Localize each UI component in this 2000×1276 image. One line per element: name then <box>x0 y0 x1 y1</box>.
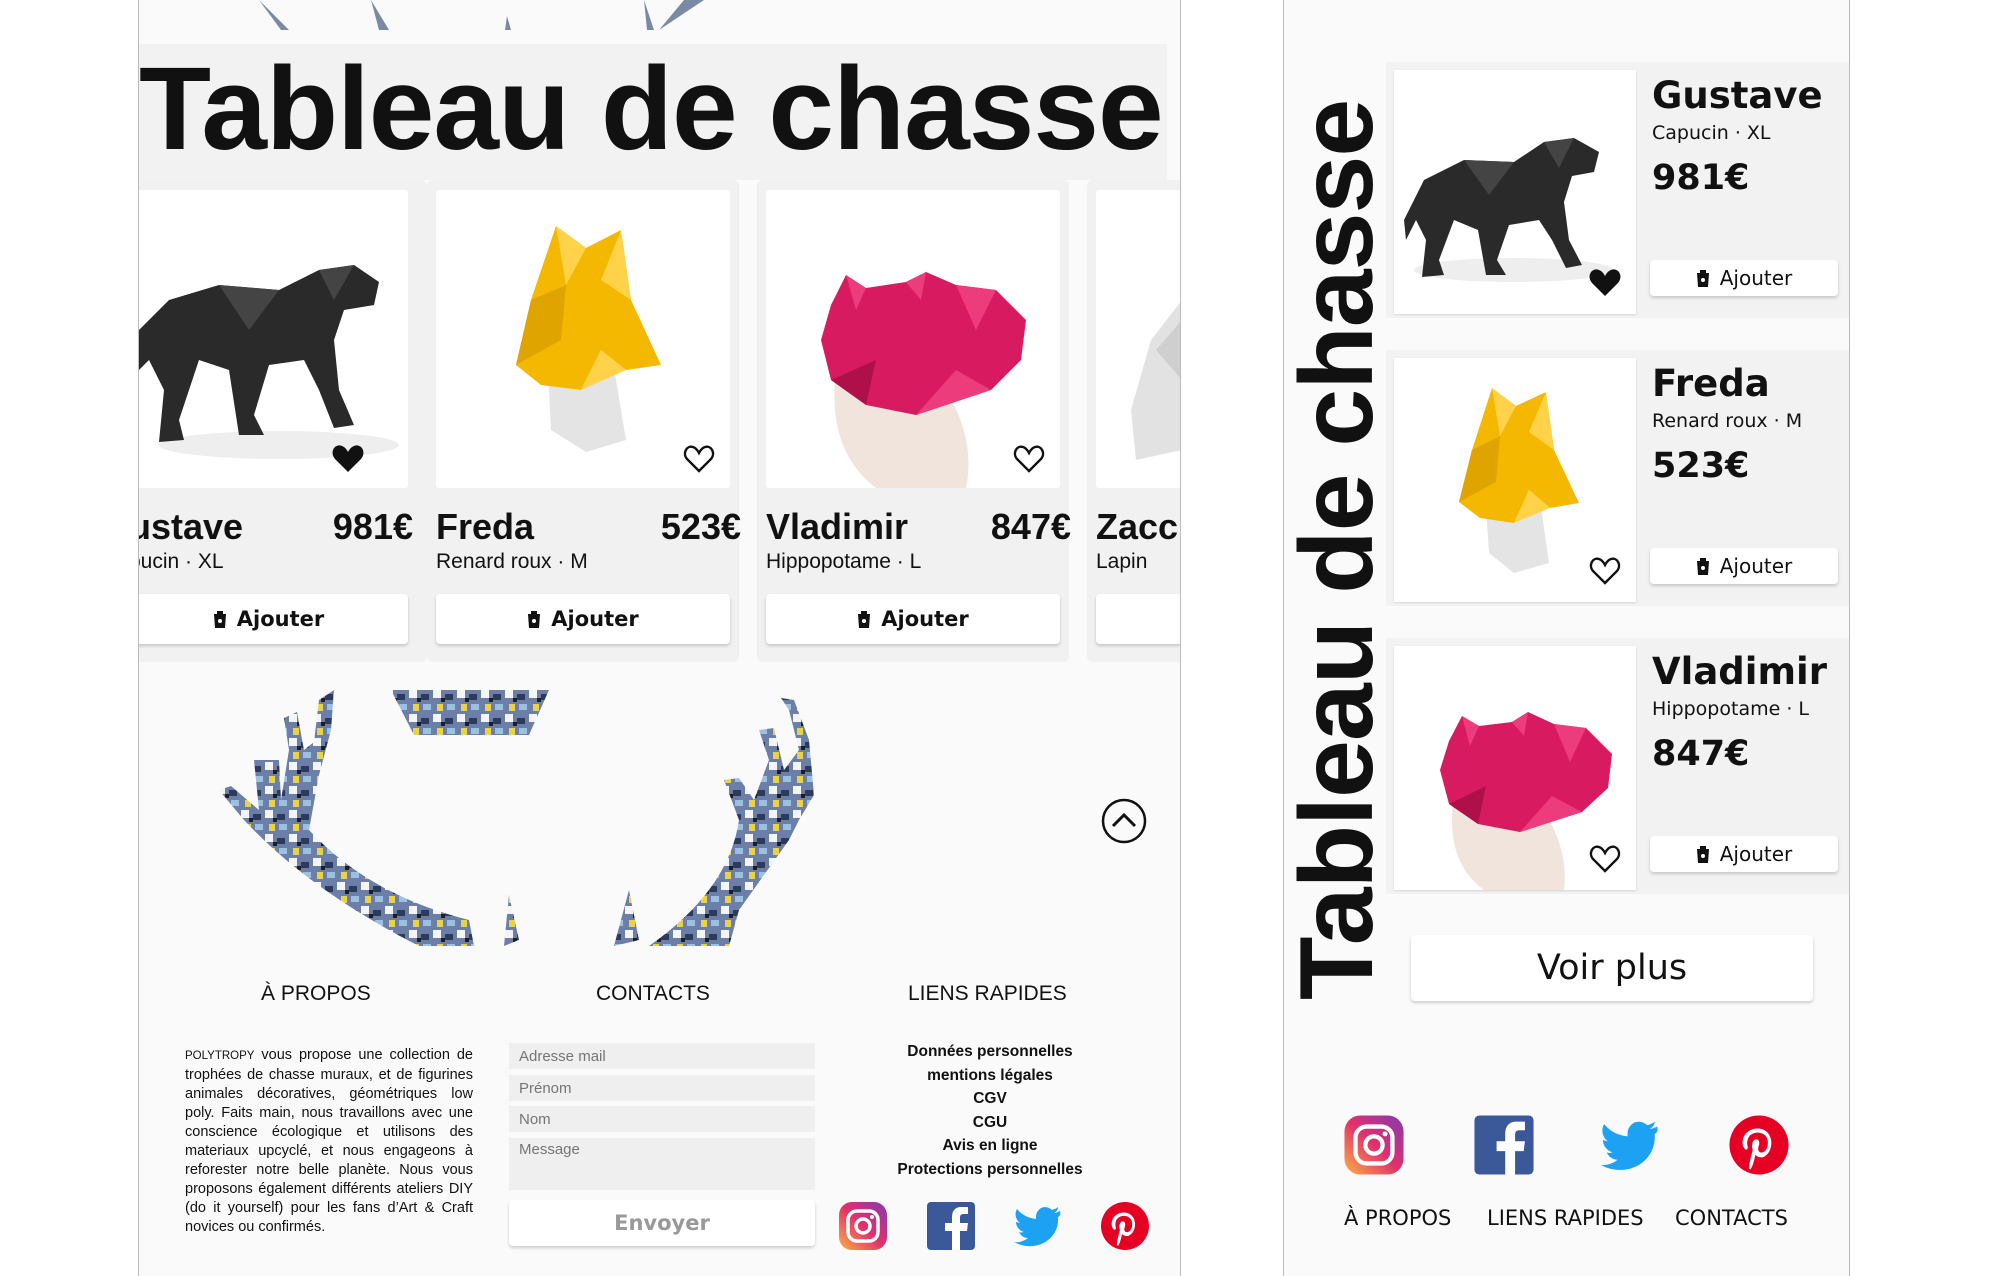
product-image[interactable] <box>766 190 1060 488</box>
quick-links-heading: LIENS RAPIDES <box>908 982 1067 1005</box>
nav-about[interactable]: À PROPOS <box>1344 1206 1451 1230</box>
product-subtitle: Hippopotame · L <box>766 550 922 573</box>
heart-outline-icon[interactable] <box>1588 842 1622 874</box>
facebook-icon[interactable] <box>925 1200 977 1252</box>
product-subtitle: Capucin · XL <box>1652 122 1771 144</box>
twitter-icon[interactable] <box>1598 1113 1662 1177</box>
product-subtitle: Lapin <box>1096 550 1148 573</box>
nav-quick-links[interactable]: LIENS RAPIDES <box>1487 1206 1644 1230</box>
antlers-decoration <box>219 690 814 946</box>
product-subtitle: pucin · XL <box>138 550 224 573</box>
product-name: ustave <box>138 506 244 547</box>
add-to-cart-button[interactable]: Ajouter <box>766 594 1060 644</box>
product-image[interactable] <box>1394 646 1636 890</box>
product-price: 847€ <box>1652 734 1750 774</box>
button-label: Ajouter <box>236 607 325 631</box>
pinterest-icon[interactable] <box>1727 1113 1791 1177</box>
page-title-vertical: Tableau de chasse <box>1283 99 1395 1000</box>
product-image[interactable] <box>1394 358 1636 602</box>
product-subtitle: Hippopotame · L <box>1652 698 1809 720</box>
twitter-icon[interactable] <box>1012 1200 1064 1252</box>
product-price: 523€ <box>1652 446 1750 486</box>
heart-filled-icon[interactable] <box>1588 266 1622 298</box>
page-title: Tableau de chasse <box>139 44 1167 180</box>
product-name: Freda <box>1652 362 1770 405</box>
product-name: Vladimir <box>766 506 909 547</box>
cart-icon <box>1696 557 1710 575</box>
product-card[interactable]: Vladimir Hippopotame · L 847€ Ajouter <box>1386 638 1849 894</box>
link-cgu[interactable]: CGU <box>859 1111 1121 1135</box>
lastname-field[interactable] <box>509 1106 815 1132</box>
button-label: Ajouter <box>551 607 639 631</box>
product-price: 981€ <box>1652 158 1750 198</box>
product-name: Zacc <box>1096 506 1179 547</box>
monkey-sculpture-image <box>139 190 408 488</box>
button-label: Ajouter <box>1719 554 1793 578</box>
mobile-view: Tableau de chasse Gustave Capucin · XL 9… <box>1283 0 1850 1276</box>
firstname-field[interactable] <box>509 1075 815 1101</box>
about-text: POLYTROPY vous propose une collection de… <box>185 1046 473 1237</box>
product-price: 981€ <box>332 506 413 547</box>
see-more-button[interactable]: Voir plus <box>1411 935 1813 1001</box>
button-label: Ajouter <box>881 607 969 631</box>
heart-outline-icon[interactable] <box>1012 442 1046 474</box>
add-to-cart-button[interactable]: Ajouter <box>1650 260 1838 296</box>
button-label: Ajouter <box>1719 842 1793 866</box>
button-label: Ajouter <box>1719 266 1793 290</box>
instagram-icon[interactable] <box>1342 1113 1406 1177</box>
product-image[interactable] <box>436 190 730 488</box>
about-heading: À PROPOS <box>261 982 371 1005</box>
product-card[interactable]: ustave pucin · XL 981€ Ajouter <box>138 180 427 662</box>
cart-icon <box>1696 845 1710 863</box>
product-price: 523€ <box>660 506 741 547</box>
product-name: Vladimir <box>1652 650 1827 693</box>
cart-icon <box>857 610 871 628</box>
add-to-cart-button[interactable]: Ajouter <box>1650 548 1838 584</box>
about-description: vous propose une collection de trophées … <box>185 1047 473 1235</box>
product-name: Gustave <box>1652 74 1823 117</box>
product-image[interactable] <box>1096 190 1180 488</box>
product-card[interactable]: Zacc Lapin <box>1087 180 1180 662</box>
link-online-reviews[interactable]: Avis en ligne <box>859 1134 1121 1158</box>
desktop-view: Tableau de chasse ustave pucin · XL 981€ <box>138 0 1181 1276</box>
message-field[interactable] <box>509 1138 815 1190</box>
cart-icon <box>213 610 227 628</box>
product-card[interactable]: Vladimir Hippopotame · L 847€ Ajouter <box>757 180 1071 662</box>
contacts-heading: CONTACTS <box>596 982 710 1005</box>
rabbit-sculpture-image <box>1096 190 1180 488</box>
product-image[interactable] <box>1394 70 1636 314</box>
product-price: 847€ <box>990 506 1071 547</box>
add-to-cart-button[interactable] <box>1096 594 1180 644</box>
facebook-icon[interactable] <box>1472 1113 1536 1177</box>
link-personal-protection[interactable]: Protections personnelles <box>859 1158 1121 1182</box>
product-carousel[interactable]: ustave pucin · XL 981€ Ajouter Freda Ren… <box>138 180 1180 662</box>
heart-outline-icon[interactable] <box>1588 554 1622 586</box>
brand-name: POLYTROPY <box>185 1050 255 1062</box>
product-card[interactable]: Freda Renard roux · M 523€ Ajouter <box>427 180 741 662</box>
send-button[interactable]: Envoyer <box>509 1200 815 1246</box>
antler-top-decoration <box>259 0 704 30</box>
product-card[interactable]: Freda Renard roux · M 523€ Ajouter <box>1386 350 1849 606</box>
link-personal-data[interactable]: Données personnelles <box>859 1040 1121 1064</box>
pinterest-icon[interactable] <box>1099 1200 1151 1252</box>
scroll-to-top-button[interactable] <box>1101 798 1147 844</box>
add-to-cart-button[interactable]: Ajouter <box>1650 836 1838 872</box>
product-subtitle: Renard roux · M <box>1652 410 1803 432</box>
cart-icon <box>1696 269 1710 287</box>
heart-outline-icon[interactable] <box>682 442 716 474</box>
link-legal-notice[interactable]: mentions légales <box>859 1064 1121 1088</box>
quick-links-list: Données personnelles mentions légales CG… <box>859 1040 1121 1181</box>
product-image[interactable] <box>139 190 408 488</box>
instagram-icon[interactable] <box>837 1200 889 1252</box>
email-field[interactable] <box>509 1043 815 1069</box>
cart-icon <box>527 610 541 628</box>
add-to-cart-button[interactable]: Ajouter <box>139 594 408 644</box>
link-cgv[interactable]: CGV <box>859 1087 1121 1111</box>
add-to-cart-button[interactable]: Ajouter <box>436 594 730 644</box>
nav-contacts[interactable]: CONTACTS <box>1675 1206 1788 1230</box>
product-name: Freda <box>436 506 535 547</box>
heart-filled-icon[interactable] <box>331 442 365 474</box>
product-card[interactable]: Gustave Capucin · XL 981€ Ajouter <box>1386 62 1849 318</box>
product-subtitle: Renard roux · M <box>436 550 588 573</box>
